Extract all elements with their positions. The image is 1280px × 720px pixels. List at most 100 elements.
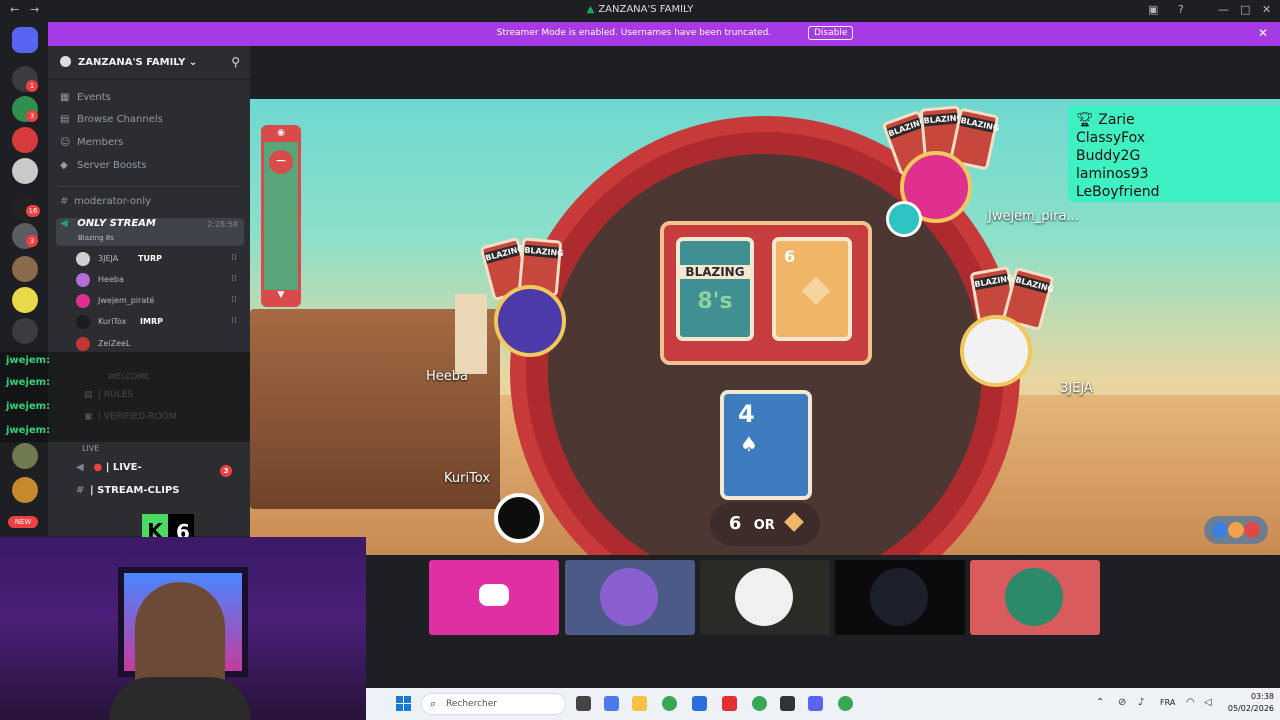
server-header[interactable]: ZANZANA'S FAMILY ⌄ ⚲ [48, 46, 250, 80]
church-tower [455, 294, 487, 374]
voice-user[interactable]: Jwejem_piraté ⁞⁞ [76, 292, 241, 312]
server-icon[interactable] [12, 443, 38, 469]
minimize-button[interactable]: — [1218, 3, 1229, 16]
player-name: Heeba [426, 369, 468, 384]
chevron-up-icon[interactable]: ⌃ [1096, 697, 1104, 708]
volume-icon[interactable]: ◁ [1204, 697, 1212, 708]
participant-tile[interactable] [835, 560, 965, 635]
player-name: KuriTox [444, 471, 491, 486]
discord-logo-icon [479, 584, 509, 606]
channel-live[interactable]: ◀ ● | LIVE- 3 [56, 462, 244, 482]
grid-icon: ⁞⁞ [231, 316, 237, 326]
file-explorer-icon[interactable] [632, 696, 647, 711]
title-bar: ← → ▲ ZANZANA'S FAMILY ▣ ? — □ ✕ [0, 0, 1280, 21]
diamond-icon [801, 276, 831, 306]
boost-icon: ◆ [60, 160, 68, 171]
streamer-mode-banner: Streamer Mode is enabled. Usernames have… [48, 22, 1280, 46]
browse-icon: ▤ [60, 114, 70, 125]
app-icon[interactable] [780, 696, 795, 711]
avatar [76, 252, 90, 266]
leaderboard-entry: LeBoyfriend [1076, 184, 1160, 200]
channel-stream-clips[interactable]: # | STREAM-CLIPS [56, 485, 244, 505]
webcam-overlay [0, 537, 366, 720]
nav-browse-channels[interactable]: ▤ Browse Channels [60, 114, 240, 132]
category-live[interactable]: LIVE [56, 444, 244, 464]
spade-icon: ♠ [740, 432, 758, 456]
voice-user[interactable]: 3JEJA TURP ⁞⁞ [76, 250, 241, 270]
discard-pile: 6 [772, 237, 852, 341]
avatar [870, 568, 928, 626]
hash-icon: # [60, 196, 69, 207]
unread-badge: 3 [220, 465, 232, 477]
stream-activity: Blazing 8s [78, 234, 114, 242]
server-icon: ▲ [586, 4, 595, 15]
maximize-button[interactable]: □ [1240, 3, 1250, 16]
server-icon[interactable] [12, 287, 38, 313]
chrome-icon[interactable] [662, 696, 677, 711]
game-activity[interactable]: ◉ − ▼ BLAZING BLAZING BLAZING BLAZING BL… [250, 99, 1280, 555]
diamond-icon [784, 512, 804, 532]
language-indicator[interactable]: FRA [1160, 698, 1175, 707]
player-avatar-heeba[interactable] [494, 285, 566, 357]
wifi-icon[interactable]: ◠ [1186, 697, 1195, 708]
windows-start-icon[interactable] [396, 696, 412, 712]
server-icon[interactable] [12, 477, 38, 503]
nav-server-boosts[interactable]: ◆ Server Boosts [60, 160, 240, 178]
microphone-icon[interactable]: ♪ [1138, 697, 1144, 708]
nav-members[interactable]: ☺ Members [60, 137, 240, 155]
voice-channel-only-stream[interactable]: ◀ ONLY STREAM 2:28:58 Blazing 8s [56, 218, 244, 246]
color-chip-toggle[interactable] [1204, 516, 1268, 544]
unread-badge: 3 [26, 110, 38, 122]
chrome-icon[interactable] [752, 696, 767, 711]
live-dot-icon: ● [93, 462, 106, 473]
server-badge-icon [60, 56, 71, 67]
player-avatar-kuritox[interactable] [494, 493, 544, 543]
chevron-down-icon[interactable]: ▼ [264, 290, 298, 304]
app-icon[interactable] [692, 696, 707, 711]
draw-pile[interactable]: BLAZING 8's [676, 237, 754, 341]
player-avatar-3jeja[interactable] [960, 315, 1032, 387]
activity-control-bar[interactable]: ◉ − ▼ [261, 125, 301, 307]
disable-button[interactable]: Disable [808, 26, 854, 40]
task-view-icon[interactable] [576, 696, 591, 711]
close-button[interactable]: ✕ [1262, 3, 1271, 16]
eye-icon[interactable]: ◉ [264, 128, 298, 142]
app-icon[interactable] [722, 696, 737, 711]
player-name: Jwejem_pira... [988, 209, 1079, 224]
taskbar-search[interactable]: ⌕ Rechercher [421, 693, 566, 715]
clock[interactable]: 03:38 05/02/2026 [1228, 691, 1274, 715]
avatar [76, 315, 90, 329]
app-root: ← → ▲ ZANZANA'S FAMILY ▣ ? — □ ✕ Streamer… [0, 0, 1280, 720]
grid-icon: ⁞⁞ [231, 274, 237, 284]
channel-moderator-only[interactable]: # moderator-only [56, 196, 244, 216]
unread-badge: 1 [26, 80, 38, 92]
invite-people-icon[interactable]: ⚲ [231, 55, 240, 69]
participant-tile[interactable] [970, 560, 1100, 635]
discord-taskbar-icon[interactable] [808, 696, 823, 711]
participant-tile[interactable] [565, 560, 695, 635]
leaderboard-entry: ClassyFox [1076, 130, 1146, 146]
server-icon[interactable] [12, 256, 38, 282]
participant-tile[interactable] [429, 560, 559, 635]
discord-home-icon[interactable] [12, 27, 38, 53]
server-rail: 1 3 16 3 NEW [0, 21, 48, 531]
copilot-icon[interactable] [604, 696, 619, 711]
voice-user[interactable]: KuriTox IMRP ⁞⁞ [76, 313, 241, 333]
minus-button[interactable]: − [269, 150, 293, 174]
play-tray: BLAZING 8's 6 [660, 221, 872, 365]
nav-events[interactable]: ▦ Events [60, 92, 240, 110]
chrome-icon[interactable] [838, 696, 853, 711]
trophy-icon: 🏆︎ [1076, 112, 1099, 128]
inbox-icon[interactable]: ▣ [1148, 3, 1158, 16]
participant-tile[interactable] [700, 560, 830, 635]
server-icon[interactable] [12, 158, 38, 184]
server-icon[interactable] [12, 127, 38, 153]
banner-close-icon[interactable]: ✕ [1258, 26, 1268, 40]
grid-icon: ⁞⁞ [231, 253, 237, 263]
calendar-icon: ▦ [60, 92, 70, 103]
help-icon[interactable]: ? [1178, 3, 1184, 16]
network-icon[interactable]: ⊘ [1118, 697, 1126, 708]
hand-card[interactable]: 4 ♠ [720, 390, 812, 500]
server-icon[interactable] [12, 318, 38, 344]
voice-user[interactable]: Heeba ⁞⁞ [76, 271, 241, 291]
